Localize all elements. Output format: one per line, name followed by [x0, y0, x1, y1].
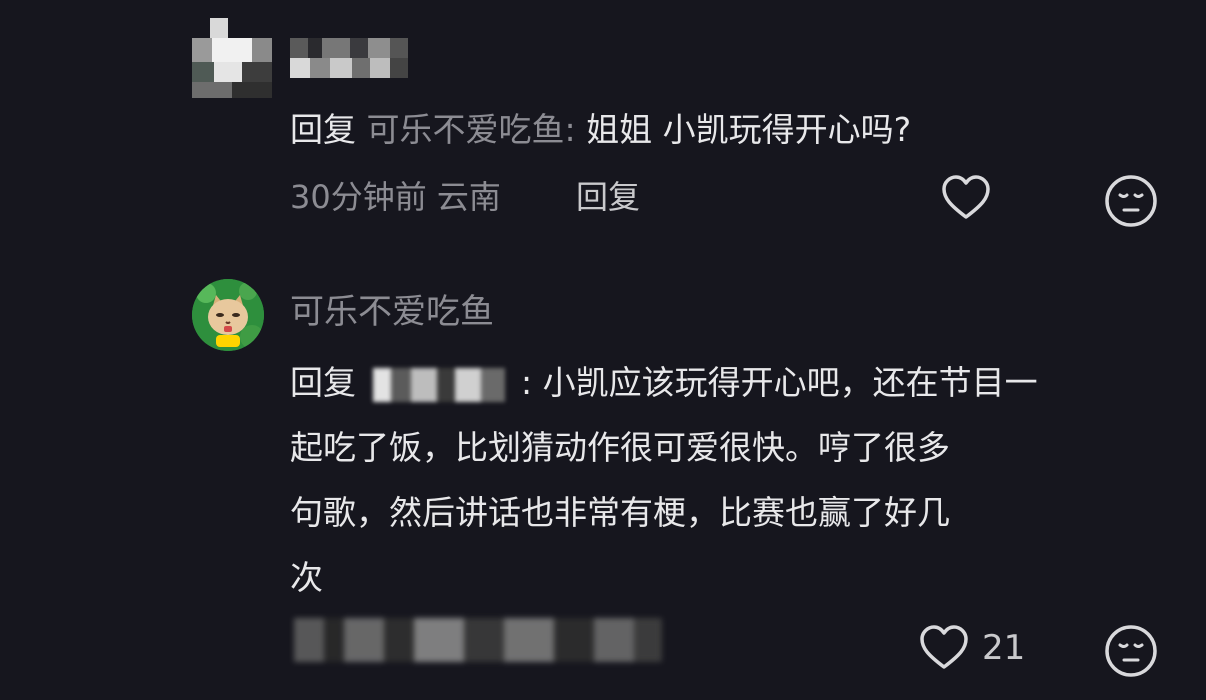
reply-prefix: 回复 [290, 110, 356, 149]
blurred-metadata [294, 618, 662, 662]
cat-avatar[interactable] [192, 279, 264, 351]
comment-meta: 30分钟前 云南 [290, 171, 501, 223]
blurred-mention[interactable] [372, 367, 505, 402]
comment-line-2: 起吃了饭，比划猜动作很可爱很快。哼了很多 [290, 428, 950, 467]
blurred-username[interactable] [290, 38, 408, 78]
comment-location: 云南 [436, 178, 501, 216]
neutral-face-icon[interactable] [1104, 624, 1158, 678]
neutral-face-icon[interactable] [1104, 174, 1158, 228]
comment-line-4: 次 [290, 558, 323, 597]
comment-text: 姐姐 小凯玩得开心吗? [586, 110, 912, 149]
comment-line-3: 句歌，然后讲话也非常有梗，比赛也赢了好几 [290, 493, 950, 532]
reply-prefix: 回复 [290, 363, 356, 402]
blurred-avatar[interactable] [192, 18, 272, 98]
like-count: 21 [982, 628, 1026, 668]
comments-screen: 回复 可乐不爱吃鱼: 姐姐 小凯玩得开心吗? 30分钟前 云南 回复 可乐不爱吃… [0, 0, 1206, 700]
like-heart-icon[interactable] [940, 174, 992, 222]
reply-text-line: 回复 可乐不爱吃鱼: 姐姐 小凯玩得开心吗? [290, 101, 911, 159]
comment-line-1-text: : 小凯应该玩得开心吧，还在节目一 [521, 363, 1038, 402]
comment-author[interactable]: 可乐不爱吃鱼 [290, 284, 494, 340]
comment-line-1: 回复 : 小凯应该玩得开心吧，还在节目一 [290, 350, 1038, 415]
like-heart-icon[interactable] [918, 624, 970, 672]
comment-time: 30分钟前 [290, 178, 427, 216]
reply-target[interactable]: 可乐不爱吃鱼: [367, 110, 576, 149]
reply-button[interactable]: 回复 [576, 171, 640, 223]
